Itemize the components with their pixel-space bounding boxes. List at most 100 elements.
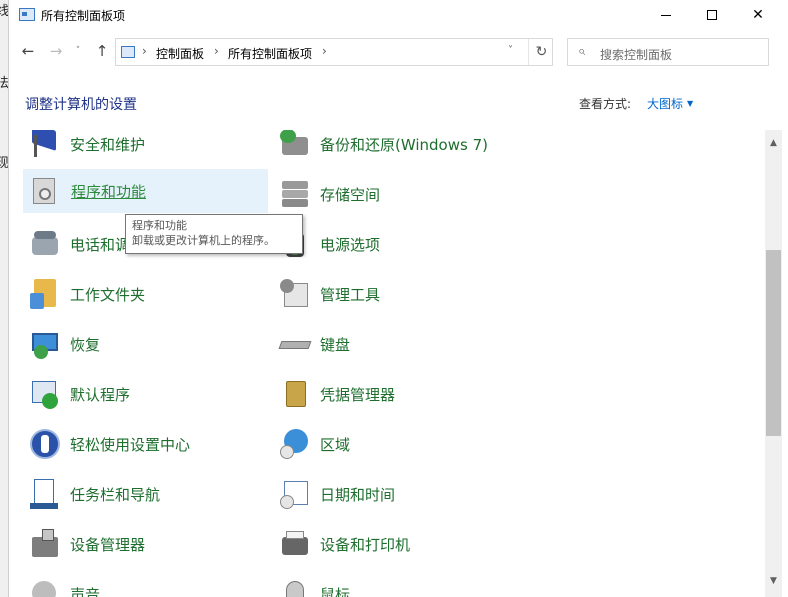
breadcrumb-separator[interactable]: › xyxy=(322,44,327,58)
ease-of-access-icon xyxy=(28,427,62,461)
region-icon xyxy=(278,427,312,461)
item-programs-features[interactable]: 程序和功能 xyxy=(23,169,268,213)
item-label: 任务栏和导航 xyxy=(70,485,161,504)
minimize-icon xyxy=(661,14,671,16)
breadcrumb-separator: › xyxy=(142,44,147,58)
scroll-up-button[interactable]: ▲ xyxy=(765,134,782,151)
scroll-down-button[interactable]: ▼ xyxy=(765,572,782,589)
refresh-icon: ↻ xyxy=(535,44,548,60)
search-box[interactable]: ⌕ 搜索控制面板 xyxy=(567,38,769,66)
caret-down-icon: ▼ xyxy=(687,99,694,108)
item-power-options[interactable]: 电源选项 xyxy=(273,222,518,266)
item-label: 设备管理器 xyxy=(70,535,146,554)
address-dropdown-button[interactable]: ˅ xyxy=(508,45,513,56)
recovery-icon xyxy=(28,327,62,361)
view-by-label: 查看方式: xyxy=(579,97,632,111)
page-title: 调整计算机的设置 xyxy=(25,97,137,113)
tooltip: 程序和功能 卸载或更改计算机上的程序。 xyxy=(125,214,303,254)
keyboard-icon xyxy=(278,327,312,361)
programs-features-icon xyxy=(29,174,63,208)
item-label: 恢复 xyxy=(70,335,101,354)
arrow-right-icon: → xyxy=(49,42,63,60)
background-window-edge: 线 法 现 xyxy=(0,0,9,597)
storage-spaces-icon xyxy=(278,177,312,211)
item-label: 键盘 xyxy=(320,335,351,354)
triangle-down-icon: ▼ xyxy=(770,575,777,586)
minimize-button[interactable] xyxy=(643,0,689,30)
item-label: 安全和维护 xyxy=(70,135,146,154)
arrow-left-icon: ← xyxy=(21,42,35,60)
item-default-programs[interactable]: 默认程序 xyxy=(23,372,268,416)
default-programs-icon xyxy=(28,377,62,411)
maximize-button[interactable] xyxy=(689,0,735,30)
admin-tools-icon xyxy=(278,277,312,311)
security-flag-icon xyxy=(28,130,62,161)
search-placeholder: 搜索控制面板 xyxy=(600,48,673,62)
scrollbar-thumb[interactable] xyxy=(766,250,781,436)
device-manager-icon xyxy=(28,527,62,561)
item-label: 日期和时间 xyxy=(320,485,396,504)
item-label: 设备和打印机 xyxy=(320,535,411,554)
credential-manager-icon xyxy=(278,377,312,411)
work-folders-icon xyxy=(28,277,62,311)
item-date-time[interactable]: 日期和时间 xyxy=(273,472,518,516)
item-device-manager[interactable]: 设备管理器 xyxy=(23,522,268,566)
item-work-folders[interactable]: 工作文件夹 xyxy=(23,272,268,316)
item-mouse[interactable]: 鼠标 xyxy=(273,572,518,597)
breadcrumb-all-items[interactable]: 所有控制面板项 xyxy=(228,45,312,62)
item-sound[interactable]: 声音 xyxy=(23,572,268,597)
control-panel-window: 所有控制面板项 ✕ ← → ˅ ↑ › 控制面板 › 所有控制面板项 › ˅ ↻… xyxy=(8,0,788,597)
date-time-icon xyxy=(278,477,312,511)
title-bar[interactable]: 所有控制面板项 ✕ xyxy=(9,0,788,30)
address-bar[interactable]: › 控制面板 › 所有控制面板项 › ˅ ↻ xyxy=(115,38,553,66)
view-by-dropdown[interactable]: 大图标 ▼ xyxy=(647,95,693,112)
tooltip-title: 程序和功能 xyxy=(132,219,187,232)
item-backup-restore[interactable]: 备份和还原(Windows 7) xyxy=(273,130,518,166)
item-label: 声音 xyxy=(70,585,101,597)
control-panel-icon xyxy=(121,46,135,58)
item-taskbar-navigation[interactable]: 任务栏和导航 xyxy=(23,472,268,516)
devices-printers-icon xyxy=(278,527,312,561)
forward-button[interactable]: → xyxy=(45,40,67,62)
back-button[interactable]: ← xyxy=(17,40,39,62)
window-title: 所有控制面板项 xyxy=(41,9,126,23)
item-label: 鼠标 xyxy=(320,585,351,597)
taskbar-icon xyxy=(28,477,62,511)
mouse-icon xyxy=(278,577,312,597)
vertical-scrollbar[interactable]: ▲ ▼ xyxy=(765,130,782,597)
item-label: 电源选项 xyxy=(320,235,381,254)
up-button[interactable]: ↑ xyxy=(91,40,113,62)
item-label: 备份和还原(Windows 7) xyxy=(320,135,488,154)
item-label: 凭据管理器 xyxy=(320,385,396,404)
item-recovery[interactable]: 恢复 xyxy=(23,322,268,366)
refresh-button[interactable]: ↻ xyxy=(528,39,554,65)
control-panel-icon xyxy=(19,8,35,21)
item-region[interactable]: 区域 xyxy=(273,422,518,466)
recent-locations-button[interactable]: ˅ xyxy=(71,40,85,62)
item-storage-spaces[interactable]: 存储空间 xyxy=(273,172,518,216)
item-label: 工作文件夹 xyxy=(70,285,146,304)
item-label: 管理工具 xyxy=(320,285,381,304)
tooltip-description: 卸载或更改计算机上的程序。 xyxy=(132,234,275,247)
breadcrumb-separator: › xyxy=(214,44,219,58)
view-by-value: 大图标 xyxy=(647,97,684,111)
item-label: 轻松使用设置中心 xyxy=(70,435,191,454)
breadcrumb-control-panel[interactable]: 控制面板 xyxy=(156,45,204,62)
close-button[interactable]: ✕ xyxy=(735,0,781,30)
item-admin-tools[interactable]: 管理工具 xyxy=(273,272,518,316)
triangle-up-icon: ▲ xyxy=(770,137,777,148)
chevron-down-icon: ˅ xyxy=(75,46,81,56)
arrow-up-icon: ↑ xyxy=(95,42,109,60)
item-label: 默认程序 xyxy=(70,385,131,404)
item-label: 程序和功能 xyxy=(71,182,147,201)
sound-icon xyxy=(28,577,62,597)
item-credential-manager[interactable]: 凭据管理器 xyxy=(273,372,518,416)
navigation-bar: ← → ˅ ↑ › 控制面板 › 所有控制面板项 › ˅ ↻ ⌕ 搜索控制面板 xyxy=(9,36,788,66)
item-ease-of-access[interactable]: 轻松使用设置中心 xyxy=(23,422,268,466)
item-label: 区域 xyxy=(320,435,351,454)
phone-modem-icon xyxy=(28,227,62,261)
item-devices-printers[interactable]: 设备和打印机 xyxy=(273,522,518,566)
item-keyboard[interactable]: 键盘 xyxy=(273,322,518,366)
maximize-icon xyxy=(707,10,717,20)
item-security-maintenance[interactable]: 安全和维护 xyxy=(23,130,268,166)
